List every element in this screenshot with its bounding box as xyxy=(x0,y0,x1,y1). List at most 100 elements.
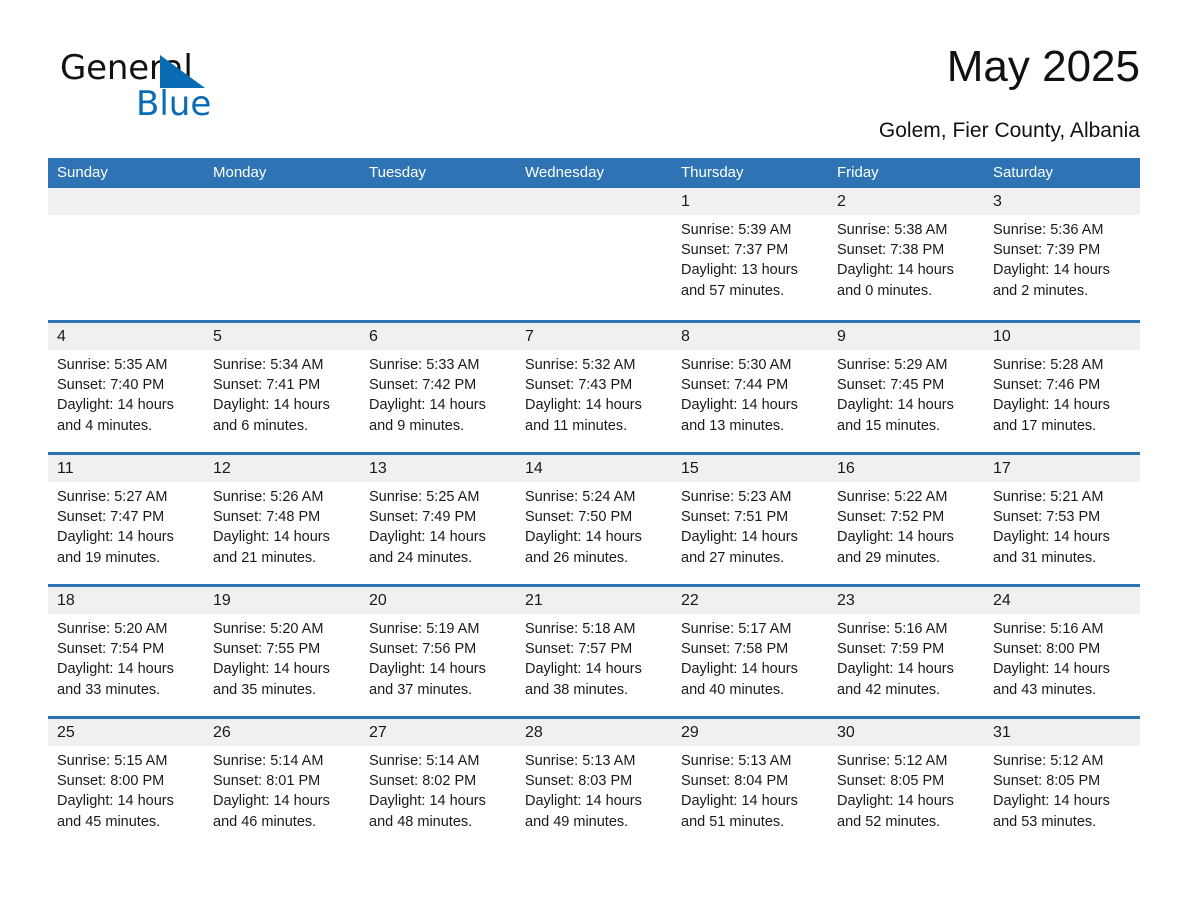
calendar-week-row: 1 Sunrise: 5:39 AM Sunset: 7:37 PM Daylight… xyxy=(48,188,1140,320)
daylight-text: Daylight: 14 hours and 13 minutes. xyxy=(681,397,798,434)
sunrise-text: Sunrise: 5:22 AM xyxy=(837,489,948,505)
daylight-text: Daylight: 14 hours and 48 minutes. xyxy=(369,793,486,830)
sunset-text: Sunset: 7:44 PM xyxy=(681,377,789,394)
calendar-day-cell[interactable]: 16 Sunrise: 5:22 AM Sunset: 7:52 PM Dayligh… xyxy=(828,455,984,584)
sunrise-text: Sunrise: 5:16 AM xyxy=(837,621,948,637)
calendar-day-cell[interactable]: 14 Sunrise: 5:24 AM Sunset: 7:50 PM Dayligh… xyxy=(516,455,672,584)
day-number: 1 xyxy=(672,188,828,215)
calendar-day-cell[interactable]: 5 Sunrise: 5:34 AM Sunset: 7:41 PM Daylight… xyxy=(204,323,360,452)
daylight-text: Daylight: 14 hours and 29 minutes. xyxy=(837,529,954,566)
sunrise-text: Sunrise: 5:15 AM xyxy=(57,753,168,769)
day-sun-info: Sunrise: 5:19 AM Sunset: 7:56 PM Daylight:… xyxy=(360,614,516,700)
sunset-text: Sunset: 7:49 PM xyxy=(369,509,477,526)
calendar-day-cell[interactable]: 6 Sunrise: 5:33 AM Sunset: 7:42 PM Daylight… xyxy=(360,323,516,452)
sunrise-text: Sunrise: 5:21 AM xyxy=(993,489,1104,505)
daylight-text: Daylight: 14 hours and 26 minutes. xyxy=(525,529,642,566)
calendar-day-cell[interactable]: 27 Sunrise: 5:14 AM Sunset: 8:02 PM Dayligh… xyxy=(360,719,516,848)
daylight-text: Daylight: 14 hours and 42 minutes. xyxy=(837,661,954,698)
day-number: 11 xyxy=(48,455,204,482)
day-number: 4 xyxy=(48,323,204,350)
weekday-header-wednesday: Wednesday xyxy=(525,164,604,181)
sunset-text: Sunset: 7:37 PM xyxy=(681,242,789,259)
day-sun-info: Sunrise: 5:27 AM Sunset: 7:47 PM Daylight:… xyxy=(48,482,204,568)
sunrise-text: Sunrise: 5:20 AM xyxy=(213,621,324,637)
calendar-day-cell[interactable]: 3 Sunrise: 5:36 AM Sunset: 7:39 PM Daylight… xyxy=(984,188,1140,320)
calendar-day-cell-empty xyxy=(48,188,204,320)
sunrise-text: Sunrise: 5:12 AM xyxy=(993,753,1104,769)
calendar-day-cell[interactable]: 1 Sunrise: 5:39 AM Sunset: 7:37 PM Daylight… xyxy=(672,188,828,320)
calendar-day-cell[interactable]: 13 Sunrise: 5:25 AM Sunset: 7:49 PM Dayligh… xyxy=(360,455,516,584)
calendar-day-cell[interactable]: 25 Sunrise: 5:15 AM Sunset: 8:00 PM Dayligh… xyxy=(48,719,204,848)
sunrise-text: Sunrise: 5:25 AM xyxy=(369,489,480,505)
day-sun-info: Sunrise: 5:14 AM Sunset: 8:02 PM Daylight:… xyxy=(360,746,516,832)
day-number xyxy=(48,188,204,215)
day-number: 12 xyxy=(204,455,360,482)
day-number: 9 xyxy=(828,323,984,350)
calendar-day-cell[interactable]: 2 Sunrise: 5:38 AM Sunset: 7:38 PM Daylight… xyxy=(828,188,984,320)
calendar-day-cell[interactable]: 24 Sunrise: 5:16 AM Sunset: 8:00 PM Dayligh… xyxy=(984,587,1140,716)
sunrise-text: Sunrise: 5:27 AM xyxy=(57,489,168,505)
day-sun-info: Sunrise: 5:17 AM Sunset: 7:58 PM Daylight:… xyxy=(672,614,828,700)
calendar-day-cell[interactable]: 15 Sunrise: 5:23 AM Sunset: 7:51 PM Dayligh… xyxy=(672,455,828,584)
daylight-text: Daylight: 14 hours and 15 minutes. xyxy=(837,397,954,434)
day-number: 16 xyxy=(828,455,984,482)
day-sun-info: Sunrise: 5:20 AM Sunset: 7:55 PM Daylight:… xyxy=(204,614,360,700)
calendar-day-cell[interactable]: 30 Sunrise: 5:12 AM Sunset: 8:05 PM Dayligh… xyxy=(828,719,984,848)
sunset-text: Sunset: 7:41 PM xyxy=(213,377,321,394)
calendar-day-cell[interactable]: 17 Sunrise: 5:21 AM Sunset: 7:53 PM Dayligh… xyxy=(984,455,1140,584)
daylight-text: Daylight: 14 hours and 52 minutes. xyxy=(837,793,954,830)
day-sun-info: Sunrise: 5:33 AM Sunset: 7:42 PM Daylight:… xyxy=(360,350,516,436)
calendar-day-cell[interactable]: 28 Sunrise: 5:13 AM Sunset: 8:03 PM Dayligh… xyxy=(516,719,672,848)
sunset-text: Sunset: 8:05 PM xyxy=(993,773,1101,790)
sunset-text: Sunset: 7:52 PM xyxy=(837,509,945,526)
calendar-week-row: 11 Sunrise: 5:27 AM Sunset: 7:47 PM Dayligh… xyxy=(48,452,1140,584)
daylight-text: Daylight: 14 hours and 9 minutes. xyxy=(369,397,486,434)
day-sun-info: Sunrise: 5:21 AM Sunset: 7:53 PM Daylight:… xyxy=(984,482,1140,568)
weekday-header-monday: Monday xyxy=(213,164,267,181)
sunset-text: Sunset: 8:05 PM xyxy=(837,773,945,790)
day-number: 25 xyxy=(48,719,204,746)
calendar-day-cell[interactable]: 29 Sunrise: 5:13 AM Sunset: 8:04 PM Dayligh… xyxy=(672,719,828,848)
calendar-day-cell[interactable]: 7 Sunrise: 5:32 AM Sunset: 7:43 PM Daylight… xyxy=(516,323,672,452)
day-sun-info: Sunrise: 5:12 AM Sunset: 8:05 PM Daylight:… xyxy=(828,746,984,832)
daylight-text: Daylight: 14 hours and 33 minutes. xyxy=(57,661,174,698)
daylight-text: Daylight: 14 hours and 40 minutes. xyxy=(681,661,798,698)
calendar-day-cell-empty xyxy=(360,188,516,320)
calendar-day-cell[interactable]: 18 Sunrise: 5:20 AM Sunset: 7:54 PM Dayligh… xyxy=(48,587,204,716)
day-sun-info: Sunrise: 5:35 AM Sunset: 7:40 PM Daylight:… xyxy=(48,350,204,436)
calendar-day-cell[interactable]: 21 Sunrise: 5:18 AM Sunset: 7:57 PM Dayligh… xyxy=(516,587,672,716)
calendar-day-cell[interactable]: 10 Sunrise: 5:28 AM Sunset: 7:46 PM Dayligh… xyxy=(984,323,1140,452)
day-number: 15 xyxy=(672,455,828,482)
sunset-text: Sunset: 7:57 PM xyxy=(525,641,633,658)
sunset-text: Sunset: 7:54 PM xyxy=(57,641,165,658)
calendar-day-cell[interactable]: 31 Sunrise: 5:12 AM Sunset: 8:05 PM Dayligh… xyxy=(984,719,1140,848)
calendar-day-cell[interactable]: 26 Sunrise: 5:14 AM Sunset: 8:01 PM Dayligh… xyxy=(204,719,360,848)
day-number: 6 xyxy=(360,323,516,350)
sunrise-text: Sunrise: 5:23 AM xyxy=(681,489,792,505)
sunrise-text: Sunrise: 5:18 AM xyxy=(525,621,636,637)
day-number: 27 xyxy=(360,719,516,746)
calendar-day-cell[interactable]: 9 Sunrise: 5:29 AM Sunset: 7:45 PM Daylight… xyxy=(828,323,984,452)
weekday-header-saturday: Saturday xyxy=(993,164,1054,181)
day-number: 3 xyxy=(984,188,1140,215)
calendar-day-cell[interactable]: 8 Sunrise: 5:30 AM Sunset: 7:44 PM Daylight… xyxy=(672,323,828,452)
calendar-day-cell-empty xyxy=(204,188,360,320)
calendar-day-cell[interactable]: 19 Sunrise: 5:20 AM Sunset: 7:55 PM Dayligh… xyxy=(204,587,360,716)
daylight-text: Daylight: 14 hours and 11 minutes. xyxy=(525,397,642,434)
sunrise-text: Sunrise: 5:36 AM xyxy=(993,222,1104,238)
day-sun-info: Sunrise: 5:14 AM Sunset: 8:01 PM Daylight:… xyxy=(204,746,360,832)
calendar-day-cell[interactable]: 20 Sunrise: 5:19 AM Sunset: 7:56 PM Dayligh… xyxy=(360,587,516,716)
sunset-text: Sunset: 7:39 PM xyxy=(993,242,1101,259)
calendar-day-cell[interactable]: 12 Sunrise: 5:26 AM Sunset: 7:48 PM Dayligh… xyxy=(204,455,360,584)
calendar-day-cell[interactable]: 23 Sunrise: 5:16 AM Sunset: 7:59 PM Dayligh… xyxy=(828,587,984,716)
generalblue-logo[interactable]: General Blue xyxy=(60,48,320,128)
day-number: 29 xyxy=(672,719,828,746)
sunset-text: Sunset: 7:59 PM xyxy=(837,641,945,658)
day-sun-info: Sunrise: 5:36 AM Sunset: 7:39 PM Daylight:… xyxy=(984,215,1140,301)
calendar-day-cell[interactable]: 22 Sunrise: 5:17 AM Sunset: 7:58 PM Dayligh… xyxy=(672,587,828,716)
calendar-day-cell[interactable]: 11 Sunrise: 5:27 AM Sunset: 7:47 PM Dayligh… xyxy=(48,455,204,584)
sunset-text: Sunset: 7:51 PM xyxy=(681,509,789,526)
sunrise-text: Sunrise: 5:38 AM xyxy=(837,222,948,238)
sunset-text: Sunset: 8:03 PM xyxy=(525,773,633,790)
calendar-day-cell[interactable]: 4 Sunrise: 5:35 AM Sunset: 7:40 PM Daylight… xyxy=(48,323,204,452)
